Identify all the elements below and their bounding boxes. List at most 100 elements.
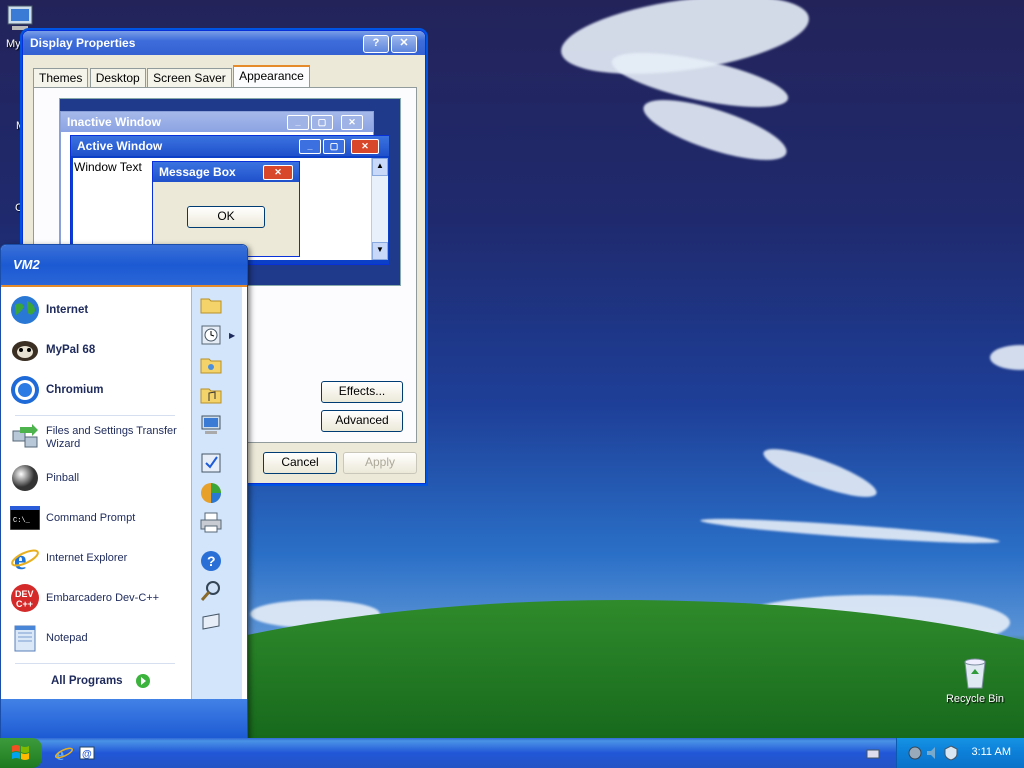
- pinned-item-label: Chromium: [46, 383, 104, 396]
- recent-item-transfer-wizard[interactable]: Files and Settings Transfer Wizard: [9, 421, 189, 455]
- close-icon: ✕: [351, 139, 379, 154]
- outlook-icon[interactable]: @: [78, 744, 96, 762]
- chevron-right-icon: ▶: [229, 331, 236, 340]
- start-menu-footer: [1, 699, 247, 739]
- music-folder-icon[interactable]: [199, 383, 223, 407]
- effects-button[interactable]: Effects...: [321, 381, 403, 403]
- svg-text:@: @: [82, 749, 92, 760]
- devcpp-icon: DEV C++: [9, 582, 41, 614]
- menu-separator: [15, 415, 175, 416]
- ie-icon: e: [9, 542, 41, 574]
- close-icon: ✕: [263, 165, 293, 180]
- pinned-item-label: MyPal 68: [46, 343, 96, 356]
- tab-appearance[interactable]: Appearance: [233, 65, 310, 87]
- network-icon[interactable]: [866, 748, 880, 760]
- recent-item-devcpp[interactable]: DEV C++ Embarcadero Dev-C++: [9, 581, 189, 615]
- programs-access-icon[interactable]: [199, 481, 223, 505]
- tab-screen-saver[interactable]: Screen Saver: [147, 68, 232, 87]
- desktop-icon-label: My: [6, 38, 21, 50]
- recent-icon[interactable]: [199, 323, 223, 347]
- all-programs-label: All Programs: [51, 675, 123, 687]
- pinned-item-mypal[interactable]: MyPal 68: [9, 333, 189, 367]
- cloud: [699, 514, 1001, 548]
- start-button[interactable]: [0, 738, 42, 768]
- recent-item-label: Files and Settings Transfer Wizard: [46, 425, 177, 450]
- dialog-titlebar[interactable]: Display Properties ? ✕: [23, 31, 425, 55]
- advanced-button[interactable]: Advanced: [321, 410, 403, 432]
- notepad-icon: [9, 622, 41, 654]
- green-arrow-icon: [135, 674, 150, 688]
- tab-desktop[interactable]: Desktop: [89, 68, 146, 87]
- message-box-title: Message Box: [159, 165, 236, 179]
- recent-item-command-prompt[interactable]: C:\_ Command Prompt: [9, 501, 189, 535]
- volume-icon[interactable]: [925, 745, 941, 761]
- inactive-window-title: Inactive Window: [67, 115, 161, 129]
- pinned-item-internet[interactable]: Internet: [9, 293, 189, 327]
- recent-item-label: Command Prompt: [46, 511, 136, 524]
- recent-item-label: Pinball: [46, 471, 80, 484]
- tab-strip: Themes Desktop Screen Saver Appearance: [33, 65, 310, 87]
- start-menu-user: VM2: [1, 245, 247, 287]
- recent-item-pinball[interactable]: Pinball: [9, 461, 189, 495]
- system-tray: 3:11 AM: [896, 738, 1024, 768]
- recycle-bin-icon: [964, 658, 986, 689]
- printers-icon[interactable]: [199, 511, 223, 535]
- help-icon[interactable]: ?: [199, 549, 223, 573]
- cancel-button[interactable]: Cancel: [263, 452, 337, 474]
- clock[interactable]: 3:11 AM: [971, 746, 1011, 758]
- maximize-icon: ▢: [323, 139, 345, 154]
- ok-button: OK: [187, 206, 265, 228]
- scroll-up-icon: ▲: [372, 158, 388, 176]
- control-panel-icon[interactable]: [199, 451, 223, 475]
- chromium-icon: [9, 374, 41, 406]
- cloud: [990, 345, 1024, 370]
- apply-button: Apply: [343, 452, 417, 474]
- minimize-icon: _: [299, 139, 321, 154]
- pictures-folder-icon[interactable]: [199, 353, 223, 377]
- close-button[interactable]: ✕: [391, 35, 417, 53]
- computer-icon[interactable]: [199, 413, 223, 437]
- message-box-preview: Message Box ✕ OK: [152, 161, 300, 257]
- maximize-icon: ▢: [311, 115, 333, 130]
- pinned-item-label: Internet: [46, 303, 89, 316]
- svg-text:?: ?: [207, 553, 216, 569]
- close-icon: ✕: [341, 115, 363, 130]
- globe-icon: [9, 294, 41, 326]
- documents-folder-icon[interactable]: [199, 293, 223, 317]
- pinned-item-chromium[interactable]: Chromium: [9, 373, 189, 407]
- active-window-titlebar: Active Window _ ▢ ✕: [71, 136, 389, 156]
- menu-separator: [15, 663, 175, 664]
- message-box-titlebar: Message Box ✕: [153, 162, 299, 182]
- start-menu: VM2 Internet MyPal 68 Chromium Files and…: [0, 244, 248, 740]
- recent-item-label: Internet Explorer: [46, 551, 128, 564]
- tab-themes[interactable]: Themes: [33, 68, 89, 87]
- all-programs-button[interactable]: All Programs: [51, 673, 151, 689]
- raccoon-icon: [9, 334, 41, 366]
- ie-icon[interactable]: e: [54, 743, 74, 763]
- desktop-icon-recycle-bin[interactable]: Recycle Bin: [944, 656, 1006, 705]
- dialog-title: Display Properties: [30, 36, 136, 50]
- windows-logo-icon: [12, 745, 29, 760]
- scroll-down-icon: ▼: [372, 242, 388, 260]
- svg-text:DEV: DEV: [15, 589, 34, 599]
- window-text: Window Text: [74, 160, 142, 174]
- help-button[interactable]: ?: [363, 35, 389, 53]
- recent-item-notepad[interactable]: Notepad: [9, 621, 189, 655]
- recent-item-internet-explorer[interactable]: e Internet Explorer: [9, 541, 189, 575]
- taskbar: e @ 3:11 AM: [0, 738, 1024, 768]
- svg-text:C++: C++: [16, 599, 33, 609]
- safely-remove-icon[interactable]: [907, 745, 923, 761]
- cmd-icon: C:\_: [9, 502, 41, 534]
- inactive-window-titlebar: Inactive Window _ ▢ ✕: [61, 112, 373, 132]
- svg-text:C:\_: C:\_: [13, 517, 31, 525]
- pinball-icon: [9, 462, 41, 494]
- recycle-bin-label: Recycle Bin: [945, 693, 1005, 705]
- cloud: [759, 440, 881, 506]
- run-icon[interactable]: [199, 609, 223, 633]
- security-icon[interactable]: [943, 745, 959, 761]
- active-window-title: Active Window: [77, 139, 163, 153]
- transfer-wizard-icon: [9, 422, 41, 454]
- preview-scrollbar: ▲ ▼: [371, 158, 388, 260]
- minimize-icon: _: [287, 115, 309, 130]
- search-icon[interactable]: [199, 579, 223, 603]
